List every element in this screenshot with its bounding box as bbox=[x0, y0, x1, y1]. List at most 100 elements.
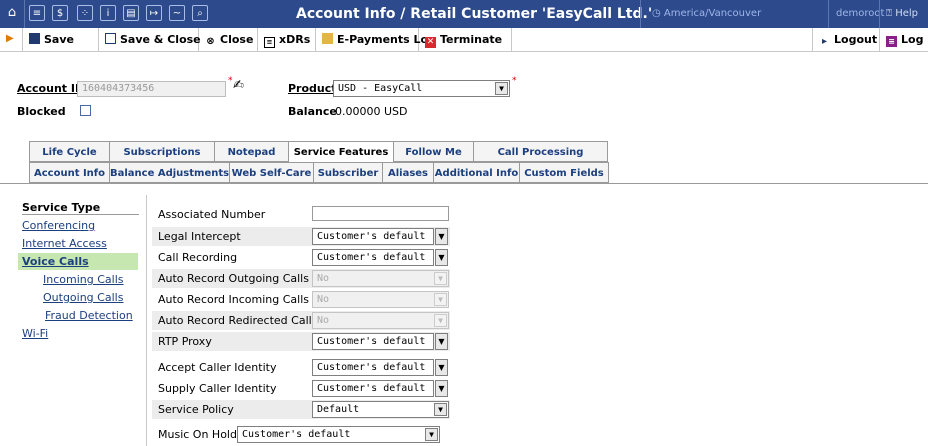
tab-web-self-care[interactable]: Web Self-Care bbox=[230, 162, 314, 183]
xdrs-button[interactable]: ≡ xDRs bbox=[258, 28, 316, 51]
payment-icon bbox=[322, 33, 333, 44]
epayments-log-button[interactable]: E-Payments Log bbox=[316, 28, 436, 51]
timezone-link[interactable]: ◷ America/Vancouver bbox=[652, 0, 761, 28]
product-select[interactable]: USD - EasyCall ▼ bbox=[333, 80, 510, 97]
xdrs-label: xDRs bbox=[279, 33, 311, 46]
user-link[interactable]: demoroot bbox=[836, 0, 884, 28]
select-supply-caller-identity[interactable]: Customer's default▼ bbox=[312, 380, 434, 397]
select-auto-record-outgoing-calls: No ▼ bbox=[312, 270, 449, 287]
help-label: Help bbox=[895, 8, 918, 19]
select-call-recording[interactable]: Customer's default▼ bbox=[312, 249, 434, 266]
select-auto-record-incoming-calls: No ▼ bbox=[312, 291, 449, 308]
row-label-legal-intercept: Legal Intercept bbox=[158, 230, 241, 243]
tab-follow-me[interactable]: Follow Me bbox=[394, 141, 474, 162]
row-label-call-recording: Call Recording bbox=[158, 251, 238, 264]
select-value: No bbox=[317, 273, 330, 284]
sidebar-item-conferencing[interactable]: Conferencing bbox=[22, 219, 95, 232]
disk-icon bbox=[105, 33, 116, 44]
terminate-label: Terminate bbox=[440, 33, 503, 46]
select-rtp-proxy[interactable]: Customer's default▼ bbox=[312, 333, 434, 350]
chevron-down-icon[interactable]: ▼ bbox=[435, 333, 448, 350]
chevron-down-icon: ▼ bbox=[495, 82, 508, 95]
required-mark: * bbox=[228, 76, 233, 86]
export-icon[interactable]: ↦ bbox=[146, 5, 162, 21]
help-link[interactable]: ⍰ Help bbox=[886, 0, 918, 28]
select-legal-intercept[interactable]: Customer's default▼ bbox=[312, 228, 434, 245]
select-value: Customer's default bbox=[317, 362, 426, 373]
select-service-policy[interactable]: Default ▼ bbox=[312, 401, 449, 418]
list-icon[interactable]: ≡ bbox=[29, 5, 45, 21]
sidebar-item-outgoing-calls[interactable]: Outgoing Calls bbox=[43, 291, 123, 304]
xdr-icon: ≡ bbox=[264, 37, 275, 48]
select-value: No bbox=[317, 294, 330, 305]
sidebar-item-internet-access[interactable]: Internet Access bbox=[22, 237, 107, 250]
terminate-button[interactable]: ✕ Terminate bbox=[419, 28, 512, 51]
timezone-label: America/Vancouver bbox=[663, 8, 762, 19]
select-music-on-hold[interactable]: Customer's default ▼ bbox=[237, 426, 440, 443]
blocked-label: Blocked bbox=[17, 105, 66, 118]
save-close-button[interactable]: Save & Close bbox=[99, 28, 201, 51]
account-id-label: Account ID bbox=[17, 82, 85, 95]
sidebar-item-wi-fi[interactable]: Wi-Fi bbox=[22, 327, 48, 340]
row-label-music-on-hold: Music On Hold bbox=[158, 428, 237, 441]
close-icon: ⊗ bbox=[206, 36, 215, 47]
log-icon: ≡ bbox=[886, 36, 897, 47]
log-button[interactable]: ≡ Log bbox=[880, 28, 928, 51]
chevron-down-icon[interactable]: ▼ bbox=[435, 249, 448, 266]
divider bbox=[22, 214, 139, 215]
chevron-down-icon[interactable]: ▼ bbox=[435, 380, 448, 397]
row-label-auto-record-incoming-calls: Auto Record Incoming Calls bbox=[158, 293, 310, 306]
document-icon[interactable]: ▤ bbox=[123, 5, 139, 21]
tab-notepad[interactable]: Notepad bbox=[215, 141, 289, 162]
sidebar-item-voice-calls[interactable]: Voice Calls bbox=[18, 253, 138, 270]
tab-call-processing[interactable]: Call Processing bbox=[474, 141, 608, 162]
service-type-heading: Service Type bbox=[22, 201, 101, 214]
edit-pencil-icon[interactable]: ✍ bbox=[233, 78, 244, 93]
tab-additional-info[interactable]: Additional Info bbox=[434, 162, 520, 183]
close-button[interactable]: ⊗ Close bbox=[199, 28, 258, 51]
row-label-rtp-proxy: RTP Proxy bbox=[158, 335, 212, 348]
save-close-label: Save & Close bbox=[120, 33, 201, 46]
row-label-auto-record-redirected-calls: Auto Record Redirected Calls bbox=[158, 314, 318, 327]
tab-balance-adjustments[interactable]: Balance Adjustments bbox=[110, 162, 230, 183]
search-icon[interactable]: ⌕ bbox=[192, 5, 208, 21]
select-accept-caller-identity[interactable]: Customer's default▼ bbox=[312, 359, 434, 376]
save-button[interactable]: Save bbox=[22, 28, 99, 51]
select-value: Customer's default bbox=[317, 231, 426, 242]
home-icon[interactable]: ⌂ bbox=[4, 5, 20, 21]
tab-service-features[interactable]: Service Features bbox=[289, 141, 394, 162]
tab-life-cycle[interactable]: Life Cycle bbox=[29, 141, 110, 162]
divider bbox=[879, 0, 880, 28]
sidebar-item-fraud-detection[interactable]: Fraud Detection bbox=[45, 309, 133, 322]
blocked-checkbox[interactable] bbox=[80, 105, 91, 116]
clock-icon: ◷ bbox=[652, 8, 664, 19]
row-label-service-policy: Service Policy bbox=[158, 403, 234, 416]
dollar-icon[interactable]: $ bbox=[52, 5, 68, 21]
info-icon[interactable]: i bbox=[100, 5, 116, 21]
product-value: USD - EasyCall bbox=[338, 83, 423, 94]
chart-icon[interactable]: ~ bbox=[169, 5, 185, 21]
tab-custom-fields[interactable]: Custom Fields bbox=[520, 162, 609, 183]
select-value: Default bbox=[317, 404, 360, 415]
save-label: Save bbox=[44, 33, 74, 46]
select-value: No bbox=[317, 315, 330, 326]
tab-account-info[interactable]: Account Info bbox=[29, 162, 110, 183]
select-value: Customer's default bbox=[317, 252, 426, 263]
tab-aliases[interactable]: Aliases bbox=[383, 162, 434, 183]
tab-subscriptions[interactable]: Subscriptions bbox=[110, 141, 215, 162]
help-icon: ⍰ bbox=[886, 8, 896, 19]
sidebar-divider bbox=[146, 195, 147, 446]
chevron-down-icon[interactable]: ▼ bbox=[435, 359, 448, 376]
disk-icon bbox=[29, 33, 40, 44]
chevron-down-icon: ▼ bbox=[434, 314, 447, 327]
chevron-down-icon: ▼ bbox=[434, 403, 447, 416]
sidebar-item-incoming-calls[interactable]: Incoming Calls bbox=[43, 273, 123, 286]
close-label: Close bbox=[220, 33, 254, 46]
associated-number-input[interactable] bbox=[312, 206, 449, 221]
account-id-field: 160404373456 bbox=[77, 81, 226, 97]
tab-subscriber[interactable]: Subscriber bbox=[314, 162, 383, 183]
logout-button[interactable]: ▸ Logout bbox=[812, 28, 880, 51]
divider bbox=[640, 0, 641, 28]
chevron-down-icon[interactable]: ▼ bbox=[435, 228, 448, 245]
grid-icon[interactable]: ⁘ bbox=[77, 5, 93, 21]
